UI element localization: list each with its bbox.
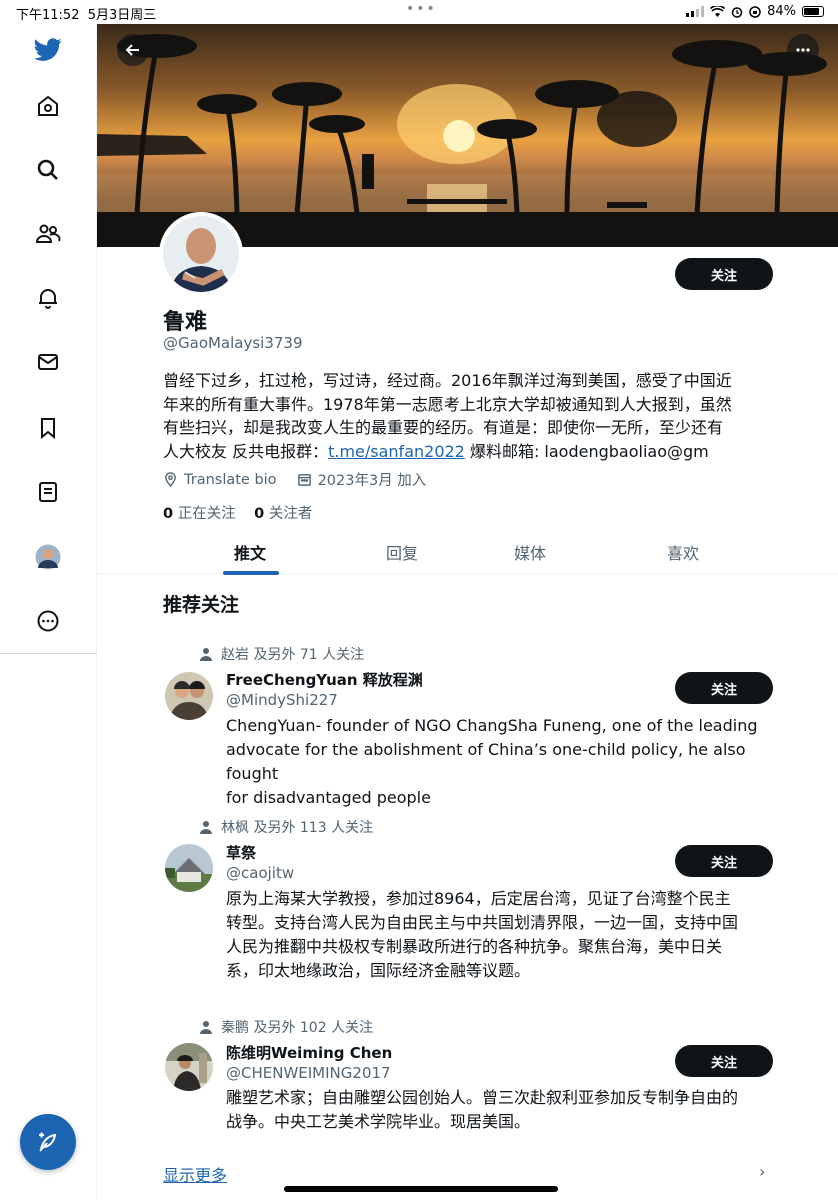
- twitter-logo-icon[interactable]: [28, 30, 68, 70]
- communities-icon[interactable]: [28, 214, 68, 254]
- suggestion-bio: 原为上海某大学教授，参加过8964，后定居台湾，见证了台湾整个民主 转型。支持台…: [226, 889, 739, 980]
- bio-line: 有些扫兴，却是我改变人生的最重要的经历。有道是：即使你一无所，至少还有: [163, 418, 724, 437]
- follow-button[interactable]: 关注: [675, 1045, 773, 1077]
- alarm-icon: [731, 6, 743, 18]
- signal-icon: [686, 6, 705, 17]
- follow-button[interactable]: 关注: [675, 258, 773, 290]
- battery-fill: [804, 8, 820, 15]
- person-icon: [200, 1021, 212, 1034]
- status-indicators: 84%: [686, 4, 824, 19]
- following-link[interactable]: 0 正在关注: [163, 506, 236, 522]
- suggestion-name[interactable]: 草祭: [226, 842, 256, 863]
- more-horizontal-icon: [796, 48, 810, 52]
- multitasking-dots-icon[interactable]: •••: [406, 1, 437, 17]
- profile-avatar-large[interactable]: [159, 212, 243, 296]
- status-time: 下午11:52 5月3日周三: [16, 8, 157, 23]
- compose-tweet-button[interactable]: [20, 1114, 76, 1170]
- social-context: 秦鹏 及另外 102 人关注: [199, 1017, 373, 1037]
- followers-link[interactable]: 0 关注者: [254, 506, 312, 522]
- more-circle-icon[interactable]: [28, 601, 68, 641]
- battery-icon: [802, 6, 824, 17]
- profile-bio: 曾经下过乡，扛过枪，写过诗，经过商。2016年飘洋过海到美国，感受了中国近 年来…: [163, 369, 775, 463]
- follow-button[interactable]: 关注: [675, 672, 773, 704]
- bio-line: 人大校友 反共电报群：t.me/sanfan2022 爆料邮箱: laodeng…: [163, 441, 709, 461]
- bookmark-icon[interactable]: [28, 408, 68, 448]
- suggestion-avatar[interactable]: [165, 844, 213, 892]
- search-icon[interactable]: [28, 150, 68, 190]
- translate-bio-link[interactable]: Translate bio: [184, 472, 277, 488]
- home-indicator[interactable]: [284, 1186, 558, 1192]
- bio-line: 年来的所有重大事件。1978年第一志愿考上北京大学却被通知到人大报到，虽然: [163, 394, 732, 414]
- suggestion-avatar[interactable]: [165, 672, 213, 720]
- person-icon: [200, 821, 212, 834]
- show-more-link[interactable]: 显示更多: [163, 1162, 227, 1186]
- tab-likes[interactable]: 喜欢: [667, 540, 699, 564]
- back-arrow-icon: [125, 44, 139, 56]
- profile-main: 关注 鲁难 @GaoMalaysi3739 曾经下过乡，扛过枪，写过诗，经过商。…: [97, 24, 838, 1200]
- person-icon: [200, 648, 212, 661]
- profile-avatar[interactable]: [28, 537, 68, 577]
- profile-tabs: 推文 回复 媒体 喜欢: [97, 534, 838, 575]
- lists-icon[interactable]: [28, 472, 68, 512]
- notifications-bell-icon[interactable]: [28, 278, 68, 318]
- bio-telegram-link[interactable]: t.me/sanfan2022: [328, 442, 465, 461]
- profile-handle: @GaoMalaysi3739: [163, 334, 303, 352]
- joined-date: 2023年3月 加入: [317, 473, 427, 489]
- location-pin-icon: [165, 472, 176, 487]
- profile-name: 鲁难: [163, 310, 208, 335]
- more-options-button[interactable]: [787, 34, 819, 66]
- who-to-follow-title: 推荐关注: [163, 594, 240, 616]
- status-bar: 下午11:52 5月3日周三 ••• 84%: [0, 0, 838, 24]
- back-button[interactable]: [117, 34, 149, 66]
- suggestion-bio: ChengYuan- founder of NGO ChangSha Funen…: [226, 716, 758, 807]
- home-icon[interactable]: [28, 86, 68, 126]
- compose-feather-icon: [39, 1132, 57, 1152]
- suggestion-handle: @CHENWEIMING2017: [226, 1064, 391, 1082]
- tab-replies[interactable]: 回复: [386, 540, 418, 564]
- suggestion-handle: @caojitw: [226, 864, 295, 882]
- profile-stats: 0 正在关注 0 关注者: [163, 502, 312, 523]
- suggestion-name[interactable]: FreeChengYuan 释放程渊: [226, 669, 423, 690]
- social-context: 林枫 及另外 113 人关注: [199, 817, 373, 837]
- wifi-icon: [710, 6, 726, 17]
- profile-meta: Translate bio 2023年3月 加入: [163, 469, 426, 490]
- sidebar-divider: [0, 653, 97, 654]
- messages-envelope-icon[interactable]: [28, 342, 68, 382]
- social-context: 赵岩 及另外 71 人关注: [199, 644, 364, 664]
- chevron-right-icon[interactable]: ›: [759, 1162, 765, 1181]
- sidebar: [0, 24, 97, 1200]
- battery-percent: 84%: [767, 4, 796, 19]
- suggestion-bio: 雕塑艺术家；自由雕塑公园创始人。曾三次赴叙利亚参加反专制争自由的 战争。中央工艺…: [226, 1088, 739, 1131]
- follow-button[interactable]: 关注: [675, 845, 773, 877]
- suggestion-name[interactable]: 陈维明Weiming Chen: [226, 1042, 392, 1063]
- tab-media[interactable]: 媒体: [514, 540, 546, 564]
- orientation-lock-icon: [749, 5, 761, 18]
- suggestion-handle: @MindyShi227: [226, 691, 338, 709]
- active-tab-indicator: [223, 571, 279, 575]
- suggestion-avatar[interactable]: [165, 1043, 213, 1091]
- calendar-icon: [297, 474, 311, 486]
- tab-tweets[interactable]: 推文: [234, 540, 266, 564]
- bio-line: 曾经下过乡，扛过枪，写过诗，经过商。2016年飘洋过海到美国，感受了中国近: [163, 371, 732, 390]
